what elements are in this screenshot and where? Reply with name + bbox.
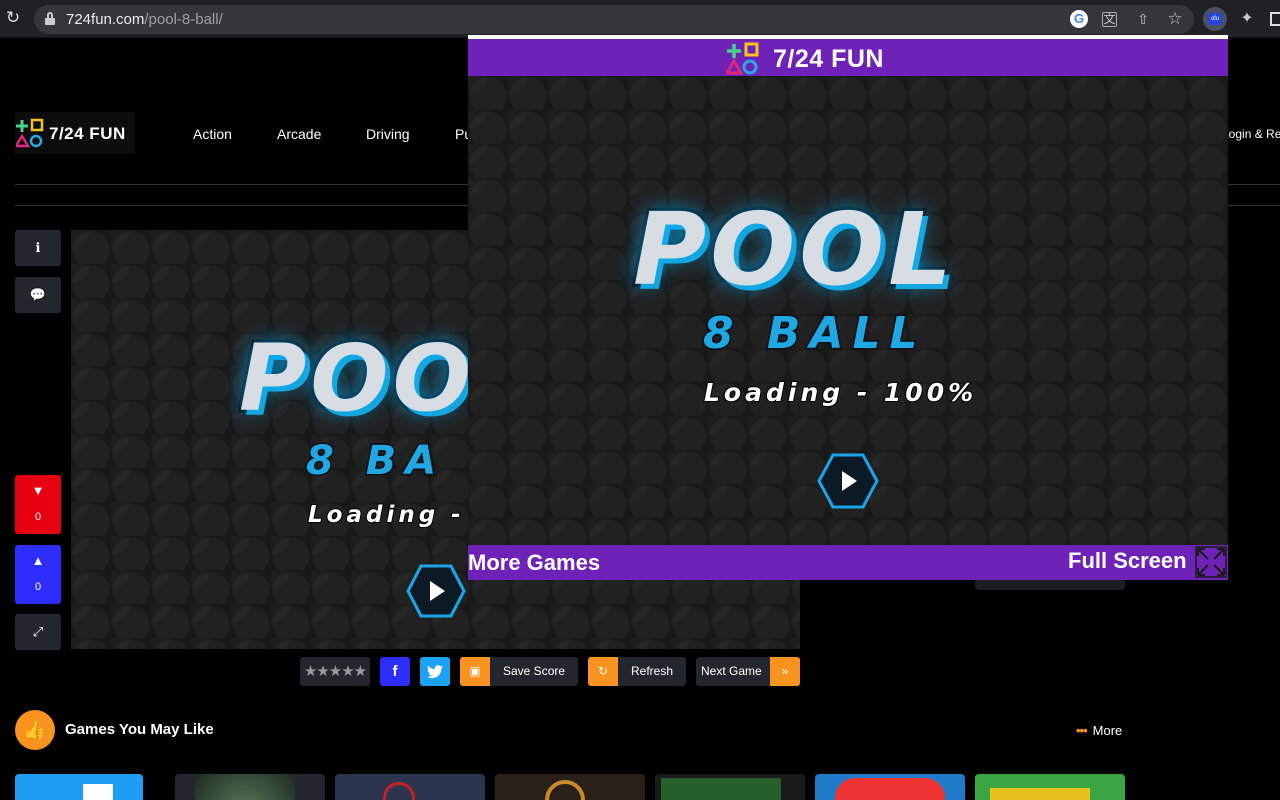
loading-text: Loading -	[307, 501, 465, 529]
nav-action[interactable]: Action	[193, 126, 232, 142]
game-title-8ball: 8 BA	[304, 437, 446, 486]
info-icon: ℹ	[35, 240, 41, 255]
thumbs-up-icon: ▲	[31, 553, 45, 568]
site-logo[interactable]: 7/24 FUN	[15, 112, 135, 154]
url-path: /pool-8-ball/	[144, 11, 223, 28]
play-icon[interactable]	[406, 564, 466, 618]
thumbs-up-section-icon: 👍	[15, 710, 55, 750]
login-register-link[interactable]: Login & Reg	[1222, 127, 1280, 141]
extension-label: ofu	[1208, 13, 1222, 25]
share-icon[interactable]: ⇧	[1134, 10, 1152, 28]
fullscreen-button[interactable]: ⤢	[15, 614, 61, 650]
more-games-button[interactable]: More Games	[468, 550, 600, 576]
game-tile[interactable]	[815, 774, 965, 800]
more-games-link[interactable]: ••• More	[1076, 723, 1122, 738]
extension-active-icon[interactable]: ofu	[1203, 7, 1227, 31]
google-lens-icon[interactable]: G	[1070, 10, 1088, 28]
refresh-label: Refresh	[631, 664, 674, 678]
translate-icon[interactable]: 文	[1102, 12, 1117, 27]
expand-icon: ⤢	[32, 624, 44, 639]
section-title: Games You May Like	[65, 721, 214, 738]
refresh-icon: ↻	[588, 657, 618, 686]
rating-stars[interactable]: ★★★★★	[300, 657, 370, 686]
game-tile[interactable]	[975, 774, 1125, 800]
nav-arcade[interactable]: Arcade	[277, 126, 321, 142]
game-tile[interactable]	[495, 774, 645, 800]
comment-icon: 💬	[29, 287, 47, 302]
extensions-puzzle-icon[interactable]: ✦	[1238, 10, 1256, 28]
dislike-button[interactable]: ▼ 0	[15, 475, 61, 534]
game-tile[interactable]	[175, 774, 325, 800]
like-count: 0	[34, 581, 42, 593]
info-button[interactable]: ℹ	[15, 230, 61, 266]
thumbs-down-icon: ▼	[31, 483, 45, 498]
logo-symbol-icon	[726, 42, 759, 75]
game-tile[interactable]	[335, 774, 485, 800]
popup-play-icon[interactable]	[817, 453, 879, 509]
logo-symbol-icon	[16, 118, 44, 148]
dots-icon: •••	[1076, 723, 1088, 738]
popup-loading-text: Loading - 100%	[703, 377, 978, 408]
more-label: More	[1092, 723, 1123, 738]
site-logo-text: 7/24 FUN	[49, 124, 126, 143]
nav-driving[interactable]: Driving	[366, 126, 410, 142]
url-text[interactable]: 724fun.com/pool-8-ball/	[66, 11, 223, 28]
window-icon[interactable]	[1270, 12, 1280, 26]
browser-toolbar: ↻ 724fun.com/pool-8-ball/ G 文 ⇧ ☆ ofu ✦	[0, 0, 1280, 38]
game-tile[interactable]	[15, 774, 143, 800]
next-game-button[interactable]: Next Game »	[696, 657, 800, 686]
popup-game-title-pool: POOL	[630, 188, 957, 311]
double-chevron-right-icon: »	[770, 657, 800, 686]
popup-game-title-8ball: 8 BALL	[702, 307, 927, 361]
popup-logo-text: 7/24 FUN	[773, 45, 884, 73]
twitter-icon	[427, 665, 443, 679]
address-bar[interactable]: 724fun.com/pool-8-ball/	[34, 5, 1194, 34]
game-popup-window[interactable]: 7/24 FUN POOL 8 BALL Loading - 100% More…	[468, 35, 1228, 580]
next-game-label: Next Game	[701, 664, 762, 678]
floppy-disk-icon: ▣	[460, 657, 490, 686]
save-score-label: Save Score	[503, 664, 566, 678]
save-score-button[interactable]: ▣ Save Score	[460, 657, 578, 686]
popup-footer: More Games Full Screen	[468, 545, 1228, 580]
full-screen-button[interactable]: Full Screen	[1068, 548, 1187, 574]
refresh-button[interactable]: ↻ Refresh	[588, 657, 686, 686]
like-button[interactable]: ▲ 0	[15, 545, 61, 604]
lock-icon[interactable]	[45, 12, 55, 25]
popup-game-canvas[interactable]: POOL 8 BALL Loading - 100%	[468, 76, 1228, 545]
facebook-share-button[interactable]: f	[380, 657, 410, 686]
game-tile[interactable]	[655, 774, 805, 800]
popup-header: 7/24 FUN	[468, 39, 1228, 76]
bookmark-star-icon[interactable]: ☆	[1166, 10, 1184, 28]
game-title-pool: POO	[236, 322, 475, 435]
dislike-count: 0	[34, 511, 42, 523]
fullscreen-arrows-icon[interactable]	[1195, 546, 1227, 578]
reload-icon[interactable]: ↻	[4, 9, 22, 27]
twitter-share-button[interactable]	[420, 657, 450, 686]
url-host: 724fun.com	[66, 11, 145, 28]
comment-button[interactable]: 💬	[15, 277, 61, 313]
